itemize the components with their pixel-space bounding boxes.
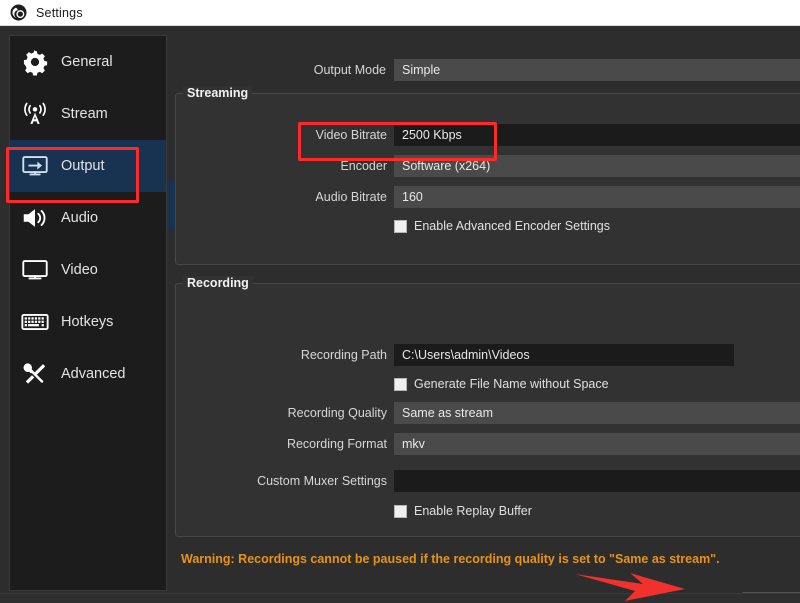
recording-format-label: Recording Format — [176, 437, 387, 451]
sidebar-item-audio[interactable]: Audio — [10, 192, 166, 244]
settings-sidebar: General Stream — [9, 35, 167, 591]
window-title: Settings — [36, 6, 83, 20]
sidebar-item-label: Audio — [61, 210, 98, 226]
recording-format-row: Recording Format mkv — [176, 433, 800, 455]
output-mode-label: Output Mode — [174, 63, 386, 77]
sidebar-item-general[interactable]: General — [10, 36, 166, 88]
keyboard-icon — [18, 305, 52, 339]
sidebar-item-label: General — [61, 54, 113, 70]
settings-content: General Stream — [0, 27, 800, 603]
recording-quality-label: Recording Quality — [176, 406, 387, 420]
obs-logo-icon — [10, 4, 27, 21]
audio-bitrate-label: Audio Bitrate — [176, 190, 387, 204]
tools-icon — [18, 357, 52, 391]
custom-muxer-input[interactable] — [394, 470, 800, 492]
speaker-icon — [18, 201, 52, 235]
video-bitrate-input[interactable]: 2500 Kbps — [394, 124, 800, 146]
recording-format-select[interactable]: mkv — [394, 433, 800, 455]
custom-muxer-row: Custom Muxer Settings — [176, 470, 800, 492]
recording-path-input[interactable]: C:\Users\admin\Videos — [394, 344, 734, 366]
sidebar-item-hotkeys[interactable]: Hotkeys — [10, 296, 166, 348]
warning-text: Warning: Recordings cannot be paused if … — [181, 552, 720, 566]
generate-file-name-label: Generate File Name without Space — [414, 377, 609, 391]
advanced-encoder-label: Enable Advanced Encoder Settings — [414, 219, 610, 233]
sidebar-item-label: Output — [61, 158, 105, 174]
advanced-encoder-checkbox[interactable] — [394, 220, 407, 233]
broadcast-icon — [18, 97, 52, 131]
recording-path-row: Recording Path C:\Users\admin\Videos — [176, 344, 800, 366]
recording-quality-select[interactable]: Same as stream — [394, 402, 800, 424]
replay-buffer-checkbox[interactable] — [394, 505, 407, 518]
replay-buffer-label: Enable Replay Buffer — [414, 504, 532, 518]
sidebar-item-advanced[interactable]: Advanced — [10, 348, 166, 400]
streaming-group-title: Streaming — [183, 86, 252, 100]
encoder-select[interactable]: Software (x264) — [394, 155, 800, 177]
recording-group: Recording Recording Path C:\Users\admin\… — [175, 283, 800, 537]
output-settings-panel: Output Mode Simple Streaming Video Bitra… — [174, 35, 800, 581]
monitor-icon — [18, 253, 52, 287]
replay-buffer-checkbox-row[interactable]: Enable Replay Buffer — [394, 501, 532, 521]
generate-file-name-checkbox[interactable] — [394, 378, 407, 391]
video-bitrate-label: Video Bitrate — [176, 128, 387, 142]
generate-file-name-checkbox-row[interactable]: Generate File Name without Space — [394, 374, 609, 394]
video-bitrate-row: Video Bitrate 2500 Kbps — [176, 124, 800, 146]
sidebar-item-label: Advanced — [61, 366, 126, 382]
encoder-row: Encoder Software (x264) — [176, 155, 800, 177]
advanced-encoder-checkbox-row[interactable]: Enable Advanced Encoder Settings — [394, 216, 610, 236]
audio-bitrate-select[interactable]: 160 — [394, 186, 800, 208]
streaming-group: Streaming Video Bitrate 2500 Kbps Encode… — [175, 93, 800, 265]
sidebar-item-label: Stream — [61, 106, 108, 122]
sidebar-item-label: Video — [61, 262, 98, 278]
audio-bitrate-row: Audio Bitrate 160 — [176, 186, 800, 208]
sidebar-item-video[interactable]: Video — [10, 244, 166, 296]
recording-group-title: Recording — [183, 276, 253, 290]
title-bar: Settings — [0, 0, 800, 26]
output-mode-select[interactable]: Simple — [394, 59, 800, 81]
sidebar-item-output[interactable]: Output — [10, 140, 166, 192]
recording-quality-row: Recording Quality Same as stream — [176, 402, 800, 424]
sidebar-item-stream[interactable]: Stream — [10, 88, 166, 140]
custom-muxer-label: Custom Muxer Settings — [176, 474, 387, 488]
dialog-button-bar: OK Cancel A — [0, 593, 800, 603]
encoder-label: Encoder — [176, 159, 387, 173]
monitor-arrow-icon — [18, 149, 52, 183]
output-mode-row: Output Mode Simple — [174, 59, 800, 81]
sidebar-item-label: Hotkeys — [61, 314, 113, 330]
recording-path-label: Recording Path — [176, 348, 387, 362]
gear-icon — [18, 45, 52, 79]
settings-window: Settings General — [0, 0, 800, 603]
